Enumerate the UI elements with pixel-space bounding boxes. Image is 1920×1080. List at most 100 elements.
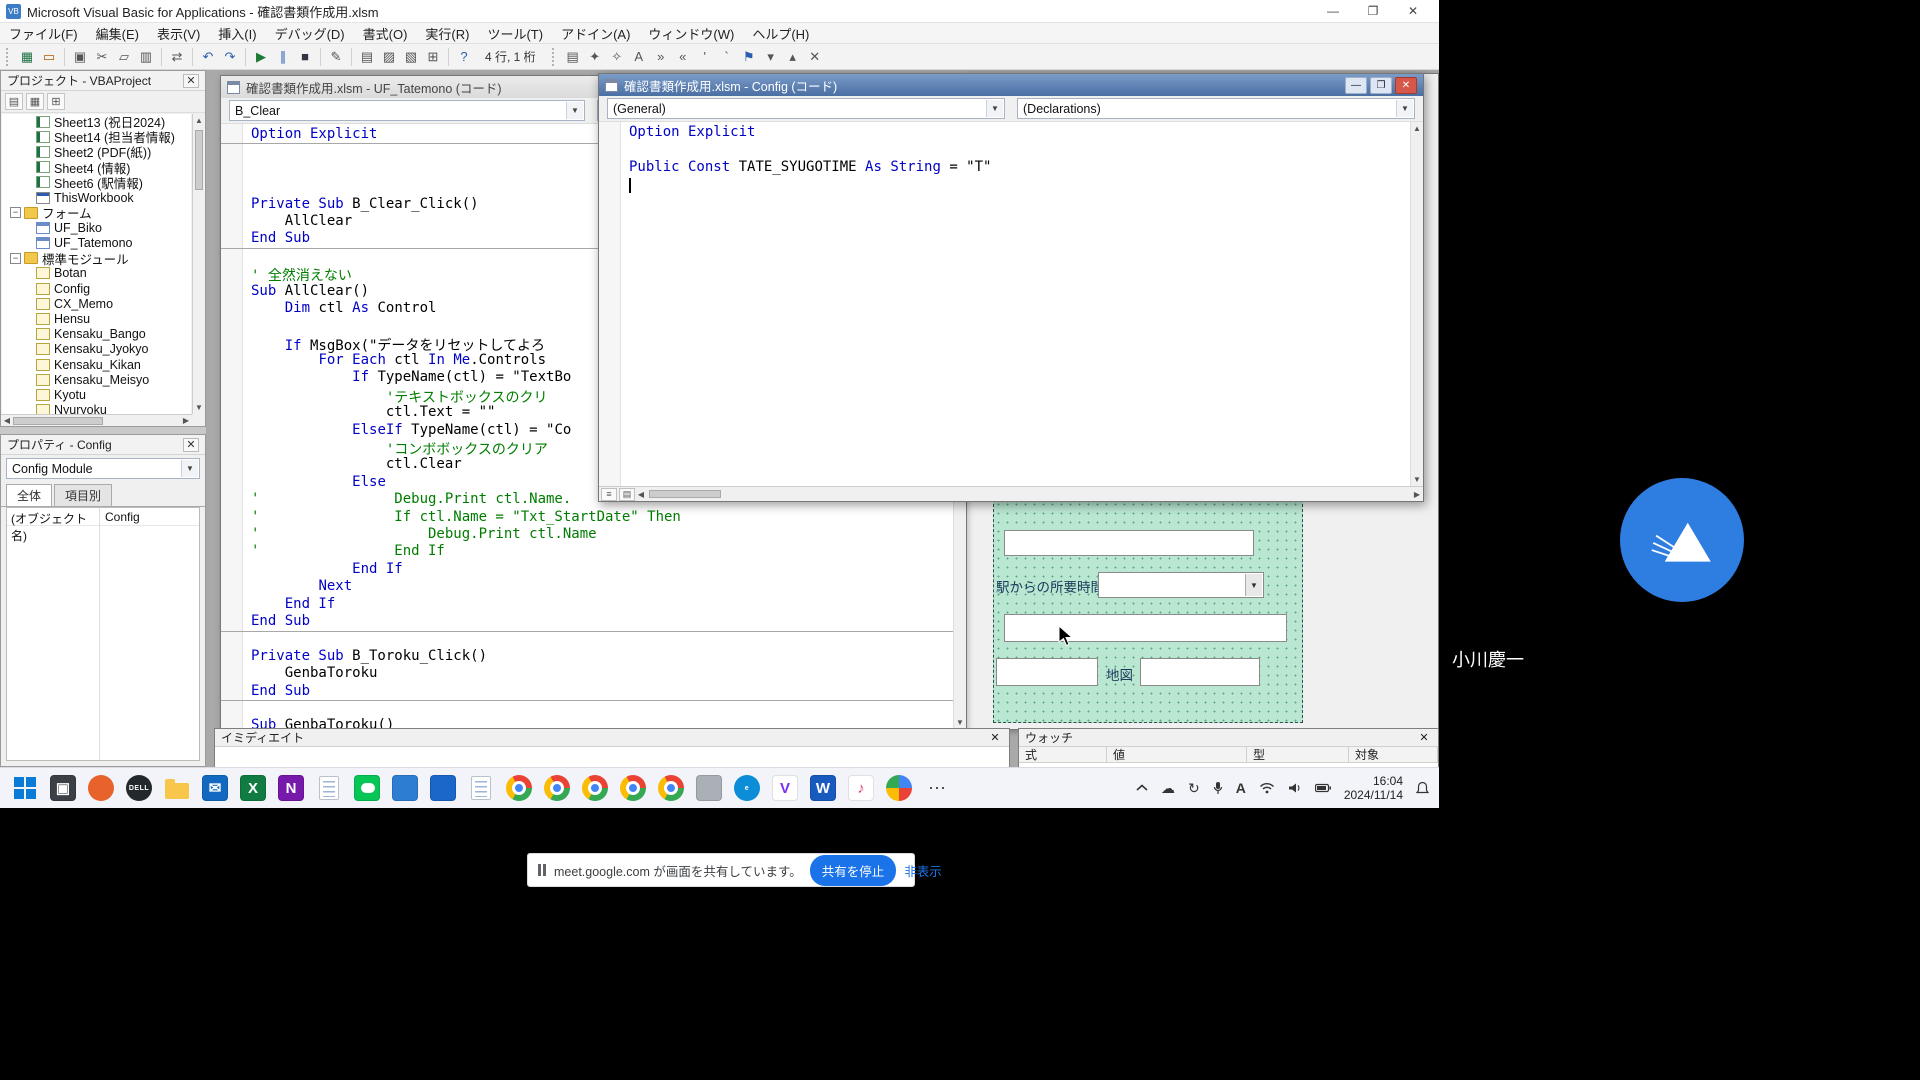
next-bookmark-icon[interactable]: ▾	[761, 47, 781, 67]
chrome-4-taskbar-icon[interactable]	[618, 773, 648, 803]
scroll-right-icon[interactable]: ▶	[180, 416, 192, 425]
chrome-5-taskbar-icon[interactable]	[656, 773, 686, 803]
project-item[interactable]: Kensaku_Kikan	[2, 357, 191, 372]
project-item[interactable]: CX_Memo	[2, 296, 191, 311]
project-vertical-scrollbar[interactable]: ▲ ▼	[192, 114, 205, 414]
design-mode-icon[interactable]: ✎	[326, 47, 346, 67]
child-minimize-button[interactable]: —	[1345, 77, 1367, 94]
child-close-button[interactable]: ✕	[1395, 77, 1417, 94]
previous-bookmark-icon[interactable]: ▴	[783, 47, 803, 67]
immediate-content[interactable]	[215, 747, 1009, 767]
userform-canvas[interactable]: 駅からの所要時間 ▼ 地図	[993, 499, 1303, 723]
explorer-taskbar-icon[interactable]	[162, 773, 192, 803]
scroll-up-icon[interactable]: ▲	[193, 116, 205, 125]
firefox-taskbar-icon[interactable]	[86, 773, 116, 803]
tree-collapse-icon[interactable]: −	[10, 207, 21, 218]
music-taskbar-icon[interactable]: ♪	[846, 773, 876, 803]
full-module-view-button[interactable]: ▤	[619, 488, 635, 501]
uncomment-block-icon[interactable]: `	[717, 47, 737, 67]
project-item[interactable]: Sheet6 (駅情報)	[2, 175, 191, 190]
menu-item[interactable]: ヘルプ(H)	[743, 23, 818, 43]
form-textbox[interactable]	[1004, 614, 1287, 642]
tree-collapse-icon[interactable]: −	[10, 253, 21, 264]
project-item[interactable]: −フォーム	[2, 205, 191, 220]
quick-info-icon[interactable]: ✦	[585, 47, 605, 67]
child-restore-button[interactable]: ❐	[1370, 77, 1392, 94]
project-horizontal-scrollbar[interactable]: ◀ ▶	[1, 414, 192, 426]
project-item[interactable]: Botan	[2, 266, 191, 281]
scroll-thumb[interactable]	[13, 417, 103, 425]
outlook-taskbar-icon[interactable]: ✉	[200, 773, 230, 803]
onenote-taskbar-icon[interactable]: N	[276, 773, 306, 803]
project-item[interactable]: Kensaku_Jyokyo	[2, 342, 191, 357]
scroll-down-icon[interactable]: ▼	[1411, 475, 1423, 484]
procedure-dropdown[interactable]: (Declarations) ▼	[1017, 98, 1415, 119]
param-info-icon[interactable]: ✧	[607, 47, 627, 67]
project-item[interactable]: −標準モジュール	[2, 251, 191, 266]
scroll-thumb[interactable]	[649, 490, 721, 498]
code2-vertical-scrollbar[interactable]: ▲ ▼	[1410, 122, 1423, 486]
scroll-up-icon[interactable]: ▲	[1411, 124, 1423, 133]
properties-object-selector[interactable]: Config Module ▼	[6, 458, 200, 479]
properties-window-icon[interactable]: ▨	[379, 47, 399, 67]
code2-horizontal-scrollbar[interactable]: ≡ ▤ ◀ ▶	[599, 486, 1423, 501]
start-taskbar-icon[interactable]	[10, 773, 40, 803]
outdent-icon[interactable]: «	[673, 47, 693, 67]
scroll-down-icon[interactable]: ▼	[193, 403, 205, 412]
project-item[interactable]: Config	[2, 281, 191, 296]
project-explorer-icon[interactable]: ▤	[357, 47, 377, 67]
project-item[interactable]: Kensaku_Meisyo	[2, 372, 191, 387]
form-textbox[interactable]	[1004, 530, 1254, 556]
teams-taskbar-icon[interactable]	[390, 773, 420, 803]
tray-ime-icon[interactable]: A	[1236, 780, 1246, 796]
view-object-button[interactable]: ▦	[26, 93, 44, 110]
comment-block-icon[interactable]: '	[695, 47, 715, 67]
menu-item[interactable]: ツール(T)	[478, 23, 552, 43]
restore-button[interactable]: ❐	[1353, 0, 1393, 22]
view-code-button[interactable]: ▤	[5, 93, 23, 110]
menu-item[interactable]: ファイル(F)	[0, 23, 87, 43]
scroll-left-icon[interactable]: ◀	[1, 416, 13, 425]
chrome-2-taskbar-icon[interactable]	[542, 773, 572, 803]
clear-bookmarks-icon[interactable]: ✕	[805, 47, 825, 67]
dell-taskbar-icon[interactable]: DELL	[124, 773, 154, 803]
menu-item[interactable]: 挿入(I)	[209, 23, 265, 43]
menu-item[interactable]: 実行(R)	[416, 23, 478, 43]
project-item[interactable]: Kensaku_Bango	[2, 327, 191, 342]
menu-item[interactable]: デバッグ(D)	[266, 23, 354, 43]
procedure-view-button[interactable]: ≡	[601, 488, 617, 501]
toolbox-icon[interactable]: ⊞	[423, 47, 443, 67]
form-textbox[interactable]	[1140, 658, 1260, 686]
insert-userform-icon[interactable]: ▭	[39, 47, 59, 67]
scroll-thumb[interactable]	[195, 130, 203, 190]
tray-cloud-icon[interactable]: ☁	[1161, 780, 1175, 797]
tab-categorized[interactable]: 項目別	[54, 484, 112, 506]
project-item[interactable]: Nyuryoku	[2, 403, 191, 414]
complete-word-icon[interactable]: A	[629, 47, 649, 67]
scroll-right-icon[interactable]: ▶	[1411, 490, 1423, 499]
scroll-left-icon[interactable]: ◀	[635, 490, 647, 499]
project-item[interactable]: ThisWorkbook	[2, 190, 191, 205]
redo-icon[interactable]: ↷	[220, 47, 240, 67]
menu-item[interactable]: 編集(E)	[87, 23, 148, 43]
tray-notification-icon[interactable]	[1416, 781, 1429, 795]
find-icon[interactable]: ⇄	[167, 47, 187, 67]
paste-icon[interactable]: ▥	[136, 47, 156, 67]
menu-item[interactable]: 書式(O)	[354, 23, 417, 43]
indent-icon[interactable]: »	[651, 47, 671, 67]
project-item[interactable]: Hensu	[2, 311, 191, 326]
chrome-3-taskbar-icon[interactable]	[580, 773, 610, 803]
chrome-1-taskbar-icon[interactable]	[504, 773, 534, 803]
project-close-icon[interactable]: ✕	[183, 74, 199, 88]
save-icon[interactable]: ▣	[70, 47, 90, 67]
blue-app-taskbar-icon[interactable]	[428, 773, 458, 803]
toggle-folders-button[interactable]: ⊞	[47, 93, 65, 110]
close-button[interactable]: ✕	[1393, 0, 1433, 22]
tray-mic-icon[interactable]	[1213, 781, 1223, 795]
tray-wifi-icon[interactable]	[1259, 782, 1275, 794]
memo-taskbar-icon[interactable]	[314, 773, 344, 803]
tray-sync-icon[interactable]: ↻	[1188, 780, 1200, 797]
list-properties-icon[interactable]: ▤	[563, 47, 583, 67]
form-textbox[interactable]	[996, 658, 1098, 686]
menu-item[interactable]: 表示(V)	[148, 23, 209, 43]
